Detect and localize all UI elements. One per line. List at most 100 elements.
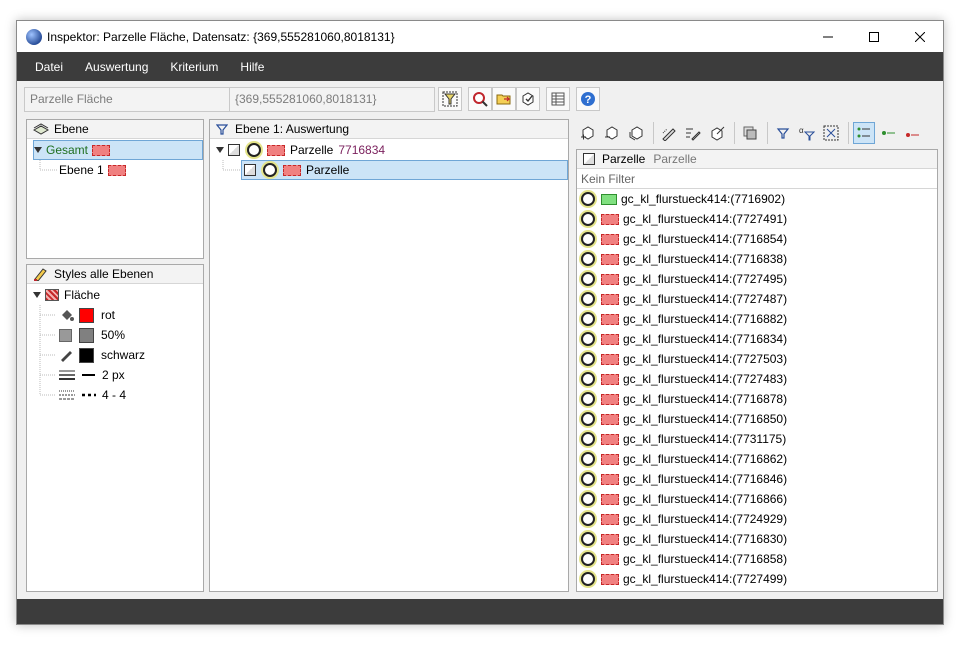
geometry-ring-icon <box>581 572 595 586</box>
cube-add-icon <box>581 126 594 140</box>
layers-icon <box>33 123 49 135</box>
record-row[interactable]: gc_kl_flurstueck414:(7716882) <box>581 309 787 329</box>
record-label: gc_kl_flurstueck414:(7724929) <box>623 512 788 526</box>
fill-preview-icon <box>601 373 619 385</box>
record-row[interactable]: gc_kl_flurstueck414:(7727483) <box>581 369 787 389</box>
edit-button[interactable] <box>658 122 680 144</box>
fill-preview-icon <box>92 144 111 156</box>
style-item-label: 2 px <box>102 368 125 382</box>
layer-item-gesamt[interactable]: Gesamt <box>33 140 203 160</box>
evaluation-child-item[interactable]: Parzelle <box>241 160 568 180</box>
style-item-dash[interactable]: 4 - 4 <box>59 385 126 405</box>
close-button[interactable] <box>897 21 943 52</box>
filter-button[interactable] <box>772 122 794 144</box>
green-line-button[interactable] <box>877 122 899 144</box>
sort-filter-button[interactable]: α <box>796 122 818 144</box>
fill-preview-icon <box>601 473 619 485</box>
record-row[interactable]: gc_kl_flurstueck414:(7716878) <box>581 389 787 409</box>
evaluation-root-label: Parzelle <box>290 143 334 157</box>
area-style-icon <box>45 289 59 301</box>
close-icon <box>915 31 925 42</box>
record-label: gc_kl_flurstueck414:(7727499) <box>623 572 788 586</box>
styles-brush-icon <box>34 268 47 281</box>
opacity-icon <box>59 328 72 342</box>
record-row[interactable]: gc_kl_flurstueck414:(7727487) <box>581 289 787 309</box>
record-row[interactable]: gc_kl_flurstueck414:(7724929) <box>581 509 787 529</box>
filter-icon <box>442 91 458 107</box>
geometry-ring-icon <box>581 532 595 546</box>
record-row[interactable]: gc_kl_flurstueck414:(7727499) <box>581 569 787 589</box>
record-label: gc_kl_flurstueck414:(7716846) <box>623 472 788 486</box>
style-item-line-width[interactable]: 2 px <box>59 365 125 385</box>
edit-list-icon <box>686 128 701 141</box>
red-marker-icon <box>906 133 919 137</box>
geometry-ring-icon <box>581 392 595 406</box>
record-row[interactable]: gc_kl_flurstueck414:(7716830) <box>581 529 787 549</box>
styles-panel-title: Styles alle Ebenen <box>54 267 154 281</box>
geometry-ring-icon <box>581 272 595 286</box>
inspector-window: Inspektor: Parzelle Fläche, Datensatz: {… <box>16 20 944 625</box>
green-fill-icon <box>601 193 617 205</box>
style-root-flaeche[interactable]: Fläche <box>33 285 100 305</box>
line-width-icon <box>59 370 75 380</box>
add-object-button[interactable] <box>577 122 599 144</box>
minimize-button[interactable] <box>805 21 851 52</box>
record-row[interactable]: gc_kl_flurstueck414:(7716854) <box>581 229 787 249</box>
record-count: 7716834 <box>338 143 386 157</box>
record-row[interactable]: gc_kl_flurstueck414:(7716838) <box>581 249 787 269</box>
record-row[interactable]: gc_kl_flurstueck414:(7716858) <box>581 549 787 569</box>
styles-panel: Styles alle Ebenen Fläche rot 50% schwar… <box>26 264 204 592</box>
object-settings-button[interactable] <box>516 87 540 111</box>
edit-list-button[interactable] <box>682 122 704 144</box>
style-item-fill[interactable]: rot <box>59 305 115 325</box>
menu-kriterium[interactable]: Kriterium <box>159 60 229 74</box>
record-row[interactable]: gc_kl_flurstueck414:(7716850) <box>581 409 787 429</box>
style-item-label: schwarz <box>101 348 146 362</box>
remove-object-button[interactable] <box>601 122 623 144</box>
green-marker-icon <box>882 131 895 135</box>
fill-preview-icon <box>601 573 619 585</box>
line-width-preview <box>82 374 95 376</box>
record-row[interactable]: gc_kl_flurstueck414:(7727491) <box>581 209 787 229</box>
fill-preview-icon <box>601 493 619 505</box>
record-row[interactable]: gc_kl_flurstueck414:(7716862) <box>581 449 787 469</box>
geometry-ring-icon <box>581 552 595 566</box>
fill-preview-icon <box>283 164 301 176</box>
record-row[interactable]: gc_kl_flurstueck414:(7727495) <box>581 269 787 289</box>
title-bar: Inspektor: Parzelle Fläche, Datensatz: {… <box>17 21 943 52</box>
layer-item-ebene-1[interactable]: Ebene 1 <box>59 160 126 180</box>
object-stack-button[interactable] <box>625 122 647 144</box>
menu-datei[interactable]: Datei <box>24 60 74 74</box>
record-label: gc_kl_flurstueck414:(7716830) <box>623 532 788 546</box>
evaluation-root-item[interactable]: Parzelle 7716834 <box>216 140 385 160</box>
list-view-button[interactable] <box>853 122 875 144</box>
red-line-button[interactable] <box>901 122 923 144</box>
record-row[interactable]: gc_kl_flurstueck414:(7716902) <box>581 189 785 209</box>
record-row[interactable]: gc_kl_flurstueck414:(7716846) <box>581 469 787 489</box>
table-view-button[interactable] <box>546 87 570 111</box>
minimize-icon <box>823 36 833 37</box>
record-label: gc_kl_flurstueck414:(7716858) <box>623 552 788 566</box>
filter-icon <box>216 124 228 135</box>
filter-record-button[interactable] <box>438 87 462 111</box>
menu-hilfe[interactable]: Hilfe <box>229 60 275 74</box>
record-row[interactable]: gc_kl_flurstueck414:(7727503) <box>581 349 787 369</box>
menu-auswertung[interactable]: Auswertung <box>74 60 159 74</box>
record-row[interactable]: gc_kl_flurstueck414:(7731175) <box>581 429 786 449</box>
zoom-to-button[interactable] <box>468 87 492 111</box>
tree-line <box>39 305 55 396</box>
record-row[interactable]: gc_kl_flurstueck414:(7716834) <box>581 329 787 349</box>
select-extent-button[interactable] <box>820 122 842 144</box>
record-label: gc_kl_flurstueck414:(7727483) <box>623 372 788 386</box>
globe-icon <box>26 28 42 45</box>
style-item-opacity[interactable]: 50% <box>59 325 125 345</box>
record-label: gc_kl_flurstueck414:(7716850) <box>623 412 788 426</box>
help-button[interactable]: ? <box>576 87 600 111</box>
style-item-stroke[interactable]: schwarz <box>59 345 145 365</box>
maximize-button[interactable] <box>851 21 897 52</box>
fill-preview-icon <box>601 513 619 525</box>
edit-object-button[interactable] <box>706 122 728 144</box>
copy-button[interactable] <box>739 122 761 144</box>
open-folder-button[interactable] <box>492 87 516 111</box>
record-row[interactable]: gc_kl_flurstueck414:(7716866) <box>581 489 787 509</box>
